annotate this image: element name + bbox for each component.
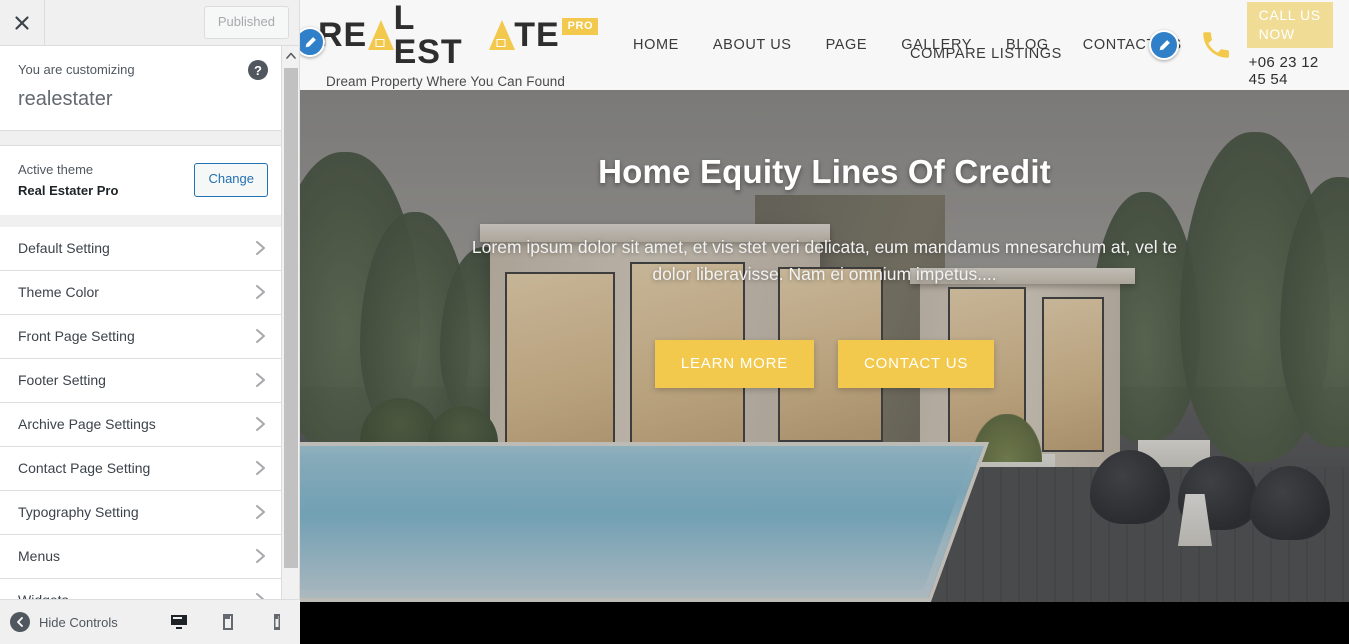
sidebar-item-typography-setting[interactable]: Typography Setting — [0, 490, 282, 535]
customizer-header: Published — [0, 0, 299, 46]
edit-shortcut-menu-icon[interactable] — [1149, 30, 1179, 60]
customizer-section-list: Default Setting Theme Color Front Page S… — [0, 226, 282, 623]
primary-navigation: HOME ABOUT US PAGE GALLERY BLOG CONTACT … — [598, 0, 1199, 90]
panel-divider — [0, 130, 282, 146]
header-spacer — [45, 0, 204, 45]
sidebar-item-footer-setting[interactable]: Footer Setting — [0, 358, 282, 403]
chevron-right-icon — [255, 284, 266, 300]
section-label: Archive Page Settings — [18, 416, 156, 432]
nav-item-about-us[interactable]: ABOUT US — [696, 37, 809, 53]
customizing-info: You are customizing realestater ? — [0, 46, 282, 131]
chevron-right-icon — [255, 416, 266, 432]
chevron-right-icon — [255, 328, 266, 344]
sidebar-item-front-page-setting[interactable]: Front Page Setting — [0, 314, 282, 359]
active-theme-text: Active theme Real Estater Pro — [18, 160, 118, 201]
help-icon[interactable]: ? — [248, 60, 268, 80]
phone-icon — [1199, 28, 1233, 62]
customizing-label: You are customizing — [18, 62, 135, 77]
chevron-right-icon — [255, 548, 266, 564]
active-theme-label: Active theme — [18, 161, 94, 177]
site-title: realestater — [18, 87, 113, 110]
mobile-preview-icon[interactable] — [266, 611, 288, 633]
desktop-preview-icon[interactable] — [168, 611, 190, 633]
hero-buttons: LEARN MORE CONTACT US — [300, 339, 1349, 388]
chevron-right-icon — [255, 372, 266, 388]
customizer-footer: Hide Controls — [0, 599, 300, 644]
scroll-up-icon[interactable] — [282, 46, 299, 64]
nav-item-compare-listings[interactable]: COMPARE LISTINGS — [910, 46, 1062, 62]
collapse-left-icon — [10, 612, 30, 632]
logo-tagline: Dream Property Where You Can Found — [326, 74, 566, 89]
sidebar-item-contact-page-setting[interactable]: Contact Page Setting — [0, 446, 282, 491]
nav-items: HOME ABOUT US PAGE GALLERY BLOG CONTACT … — [616, 37, 1199, 53]
sidebar-item-archive-page-settings[interactable]: Archive Page Settings — [0, 402, 282, 447]
hero-section: Home Equity Lines Of Credit Lorem ipsum … — [300, 90, 1349, 602]
hero-title: Home Equity Lines Of Credit — [598, 153, 1051, 190]
section-label: Typography Setting — [18, 504, 139, 520]
chevron-right-icon — [255, 460, 266, 476]
nav-item-page[interactable]: PAGE — [809, 37, 885, 53]
device-preview-group — [168, 611, 288, 633]
call-us-now-button[interactable]: CALL US NOW — [1246, 2, 1333, 48]
section-label: Menus — [18, 548, 61, 564]
hero-description: Lorem ipsum dolor sit amet, et vis stet … — [471, 236, 1178, 284]
section-label: Footer Setting — [18, 372, 106, 388]
site-header: RE L EST TE PRO Dream Property Where You… — [300, 0, 1349, 90]
active-theme-name: Real Estater Pro — [18, 183, 119, 198]
section-label: Front Page Setting — [18, 328, 135, 344]
hide-controls-button[interactable]: Hide Controls — [10, 612, 118, 632]
section-below-hero — [300, 602, 1349, 644]
customizer-sidebar: Published You are customizing realestate… — [0, 0, 300, 644]
house-roof-icon — [488, 20, 515, 50]
tablet-preview-icon[interactable] — [217, 611, 239, 633]
call-text: CALL US NOW +06 23 12 45 54 — [1246, 2, 1333, 88]
sidebar-item-default-setting[interactable]: Default Setting — [0, 226, 282, 271]
section-label: Contact Page Setting — [18, 460, 151, 476]
site-preview: RE L EST TE PRO Dream Property Where You… — [300, 0, 1349, 644]
chevron-right-icon — [255, 504, 266, 520]
customizer-app: Published You are customizing realestate… — [0, 0, 1349, 644]
logo-word-one: RE — [318, 16, 368, 54]
call-us-block: CALL US NOW +06 23 12 45 54 — [1199, 2, 1349, 88]
nav-item-home[interactable]: HOME — [616, 37, 696, 53]
logo-wordmark: RE L EST TE PRO — [318, 0, 599, 71]
site-logo[interactable]: RE L EST TE PRO Dream Property Where You… — [300, 0, 599, 89]
chevron-right-icon — [255, 240, 266, 256]
publish-button[interactable]: Published — [203, 5, 289, 40]
logo-pro-badge: PRO — [561, 17, 599, 35]
logo-word-two: L EST — [393, 0, 463, 71]
sidebar-scrollbar[interactable] — [281, 46, 299, 623]
learn-more-button[interactable]: LEARN MORE — [654, 339, 815, 388]
section-label: Theme Color — [18, 284, 99, 300]
hide-controls-label: Hide Controls — [39, 614, 118, 630]
sidebar-item-menus[interactable]: Menus — [0, 534, 282, 579]
hero-contact-us-button[interactable]: CONTACT US — [838, 339, 995, 388]
house-roof-icon — [368, 20, 395, 50]
logo-word-three: TE — [514, 16, 560, 54]
phone-number: +06 23 12 45 54 — [1248, 53, 1319, 88]
hero-content: Home Equity Lines Of Credit Lorem ipsum … — [300, 90, 1349, 388]
active-theme-row: Active theme Real Estater Pro Change — [0, 145, 282, 227]
close-icon[interactable] — [0, 0, 45, 45]
scrollbar-thumb[interactable] — [284, 68, 298, 568]
customizer-panel: You are customizing realestater ? Active… — [0, 46, 282, 623]
change-theme-button[interactable]: Change — [194, 163, 268, 197]
sidebar-item-theme-color[interactable]: Theme Color — [0, 270, 282, 315]
section-label: Default Setting — [18, 240, 110, 256]
